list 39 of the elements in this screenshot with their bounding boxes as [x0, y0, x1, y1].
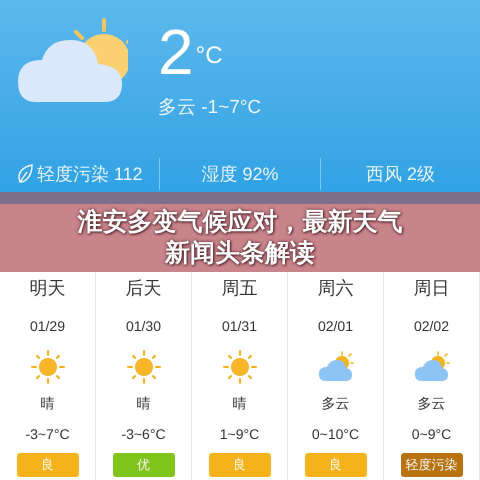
- leaf-icon: [16, 164, 33, 184]
- temperature-range: -3~6°C: [121, 425, 166, 444]
- date-label: 01/29: [30, 317, 66, 336]
- date-label: 02/01: [318, 317, 354, 336]
- headline-text: 淮安多变气候应对，最新天气: [78, 207, 402, 238]
- date-label: 01/30: [126, 317, 162, 336]
- temperature-unit: °C: [196, 44, 223, 68]
- sun-icon: [222, 350, 256, 384]
- air-quality-badge: 良: [208, 453, 270, 477]
- day-label: 周六: [318, 277, 354, 300]
- condition-label: 晴: [136, 394, 150, 413]
- condition-label: 多云: [322, 394, 350, 413]
- day-label: 周五: [222, 277, 258, 300]
- temperature-range: 0~9°C: [412, 425, 452, 444]
- headline-text: 新闻头条解读: [165, 238, 315, 269]
- air-quality-badge: 优: [112, 453, 174, 477]
- date-label: 02/02: [414, 317, 450, 336]
- day-label: 明天: [30, 277, 66, 300]
- day-label: 周日: [414, 277, 450, 300]
- condition-label: 多云: [418, 394, 446, 413]
- day-label: 后天: [126, 277, 162, 300]
- cloud-sun-icon: [414, 351, 450, 383]
- condition-label: 晴: [232, 394, 246, 413]
- temperature-range: -3~7°C: [25, 425, 70, 444]
- air-quality-badge: 良: [304, 453, 366, 477]
- temperature: 2: [158, 20, 194, 84]
- weather-stat: 湿度 92%: [201, 162, 278, 186]
- weather-stat: 轻度污染 112: [36, 162, 143, 186]
- condition-label: 晴: [40, 394, 54, 413]
- temperature-range: 0~10°C: [312, 425, 360, 444]
- date-label: 01/31: [222, 317, 258, 336]
- weather-stat: 西风 2级: [366, 162, 435, 186]
- weather-summary: 多云 -1~7°C: [158, 96, 262, 120]
- air-quality-badge: 轻度污染: [400, 453, 462, 477]
- sun-icon: [30, 350, 64, 384]
- sun-icon: [126, 350, 160, 384]
- temperature-range: 1~9°C: [220, 425, 260, 444]
- cloud-sun-icon: [318, 351, 354, 383]
- air-quality-badge: 良: [16, 453, 78, 477]
